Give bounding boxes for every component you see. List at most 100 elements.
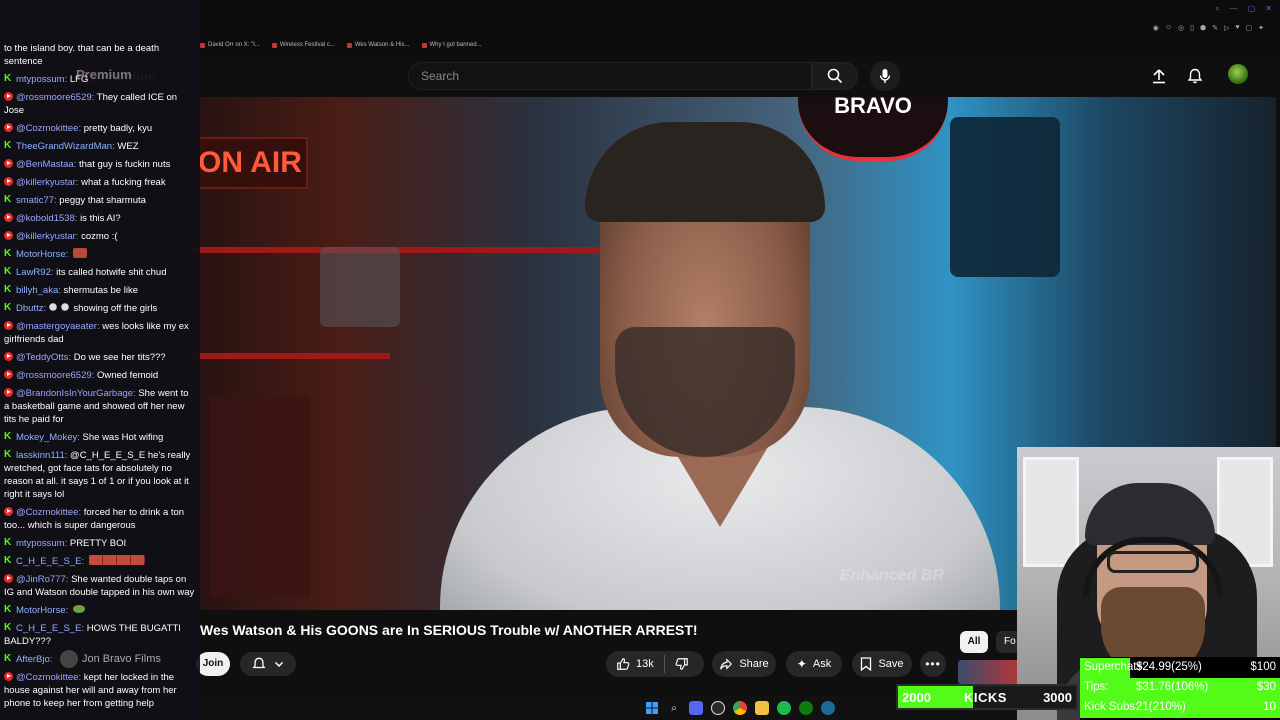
bookmark-item[interactable]: Why I got banned... xyxy=(421,38,482,52)
goal-label: Kick Subs: xyxy=(1084,701,1139,713)
chat-username[interactable]: @killerkyustar xyxy=(16,177,76,188)
chip-all[interactable]: All xyxy=(960,631,988,653)
ask-button[interactable]: ✦ Ask xyxy=(786,651,842,677)
chat-username[interactable]: lasskinn111 xyxy=(16,450,65,461)
chat-text: is this AI? xyxy=(80,213,121,224)
chat-username[interactable]: MotorHorse xyxy=(16,249,66,260)
chat-username[interactable]: Mokey_Mokey xyxy=(16,432,77,443)
video-title: Wes Watson & His GOONS are In SERIOUS Tr… xyxy=(200,622,698,638)
search-button[interactable] xyxy=(812,62,858,90)
kick-icon xyxy=(4,430,13,443)
chat-username[interactable]: @Cozmokittee xyxy=(16,507,78,518)
chat-username[interactable]: @BrandonIsInYourGarbage xyxy=(16,388,133,399)
chat-username[interactable]: @Cozmokittee xyxy=(16,123,78,134)
extension-icon[interactable]: ☺ xyxy=(1165,24,1172,32)
extension-icon[interactable]: ◎ xyxy=(1178,24,1184,32)
goal-value: $31.76(106%) xyxy=(1136,681,1209,693)
chat-username[interactable]: @rossmoore6529 xyxy=(16,370,92,381)
extension-icon[interactable]: ▷ xyxy=(1224,24,1229,32)
chat-message: @BenMastaa: that guy is fuckin nuts xyxy=(4,158,196,171)
bookmark-item[interactable]: David Orr on X: "I... xyxy=(200,38,260,52)
chat-emote xyxy=(88,555,145,565)
close-icon[interactable]: ✕ xyxy=(1265,4,1272,14)
chat-message: @rossmoore6529: They called ICE on Jose xyxy=(4,92,178,116)
extension-icon[interactable]: ◉ xyxy=(1153,24,1159,32)
more-actions-button[interactable]: ••• xyxy=(920,651,946,677)
kick-icon xyxy=(4,652,13,665)
windows-start-icon[interactable] xyxy=(645,701,659,715)
extension-icon[interactable]: ♥ xyxy=(1235,24,1239,32)
chat-username[interactable]: MotorHorse xyxy=(16,605,66,616)
chat-text: pretty badly, kyu xyxy=(83,123,153,134)
chat-username[interactable]: @killerkyustar xyxy=(16,231,76,242)
save-label: Save xyxy=(878,658,904,670)
kick-icon xyxy=(4,139,13,152)
chat-username[interactable]: Dbuttz xyxy=(16,303,43,314)
dislike-button[interactable] xyxy=(665,651,699,677)
search-input[interactable]: Search xyxy=(408,62,812,90)
chat-username[interactable]: @mastergoyaeater xyxy=(16,321,97,332)
share-button[interactable]: Share xyxy=(712,651,776,677)
youtube-icon xyxy=(4,123,13,132)
bookmark-item[interactable]: Wireless Festival c... xyxy=(271,38,335,52)
chat-username[interactable]: @Cozmokittee xyxy=(16,672,78,683)
account-avatar[interactable] xyxy=(1228,64,1248,84)
chat-username[interactable]: mtypossum xyxy=(16,538,65,549)
kick-icon xyxy=(4,265,13,278)
youtube-icon xyxy=(4,388,13,397)
chat-message: C_H_E_E_S_E: HOWS THE BUGATTI BALDY??? xyxy=(4,621,196,648)
chat-username[interactable]: LawR92 xyxy=(16,267,51,278)
chat-username[interactable]: AfterBjo xyxy=(16,654,50,665)
save-button[interactable]: Save xyxy=(852,651,912,677)
chat-message: C_H_E_E_S_E: xyxy=(4,554,196,568)
kicks-target: 3000 xyxy=(1043,690,1072,705)
chat-username[interactable]: C_H_E_E_S_E xyxy=(16,623,81,634)
extension-icons[interactable]: ◉ ☺ ◎ ▯ ⬢ ✎ ▷ ♥ ▢ ✦ xyxy=(1153,24,1264,32)
chat-username[interactable]: TheeGrandWizardMan xyxy=(16,141,112,152)
bookmark-item[interactable]: Wes Watson & His... xyxy=(346,38,410,52)
like-button[interactable]: 13k xyxy=(606,651,664,677)
kick-icon xyxy=(4,301,13,314)
extension-icon[interactable]: ✎ xyxy=(1212,24,1218,32)
xbox-icon[interactable] xyxy=(799,701,813,715)
chrome-icon[interactable] xyxy=(733,701,747,715)
goal-value: $24.99(25%) xyxy=(1136,661,1202,673)
join-button[interactable]: Join xyxy=(196,652,230,676)
search-icon[interactable]: ⌕ xyxy=(667,701,681,715)
search-icon[interactable]: ⌕ xyxy=(1215,4,1219,14)
kick-icon xyxy=(4,554,13,567)
obs-icon[interactable] xyxy=(711,701,725,715)
steam-icon[interactable] xyxy=(821,701,835,715)
chat-username[interactable]: @TeddyOtts xyxy=(16,352,68,363)
chat-text: She was Hot wifing xyxy=(82,432,164,443)
minimize-icon[interactable]: — xyxy=(1230,4,1238,14)
upload-button[interactable] xyxy=(1148,65,1170,87)
voice-search-button[interactable] xyxy=(870,61,900,91)
glasses xyxy=(1107,551,1199,573)
goal-target: $30 xyxy=(1256,681,1276,693)
extension-icon[interactable]: ⬢ xyxy=(1200,24,1206,32)
spotify-icon[interactable] xyxy=(777,701,791,715)
chat-username[interactable]: @kobold1538 xyxy=(16,213,75,224)
chat-username[interactable]: billyh_aka xyxy=(16,285,58,296)
chat-username[interactable]: @rossmoore6529 xyxy=(16,92,92,103)
chat-username[interactable]: C_H_E_E_S_E xyxy=(16,556,81,567)
notifications-button[interactable] xyxy=(1184,65,1206,87)
extension-icon[interactable]: ✦ xyxy=(1258,24,1264,32)
window-controls[interactable]: ⌕ — ▢ ✕ xyxy=(1215,4,1272,14)
chat-username[interactable]: @BenMastaa xyxy=(16,159,74,170)
chat-username[interactable]: mtypossum xyxy=(16,74,65,85)
chat-username[interactable]: @JinRo777 xyxy=(16,574,66,585)
chat-username[interactable]: smatic77 xyxy=(16,195,54,206)
chat-text: its called hotwife shit chud xyxy=(56,267,167,278)
chat-message: @Cozmokittee: forced her to drink a ton … xyxy=(4,507,185,531)
chat-emote xyxy=(72,605,85,613)
folder-icon[interactable] xyxy=(755,701,769,715)
extension-icon[interactable]: ▢ xyxy=(1246,24,1253,32)
subscription-bell-button[interactable] xyxy=(240,652,296,676)
discord-icon[interactable] xyxy=(689,701,703,715)
channel-info[interactable]: Jon Bravo Films xyxy=(60,650,161,668)
maximize-icon[interactable]: ▢ xyxy=(1248,4,1256,14)
extension-icon[interactable]: ▯ xyxy=(1190,24,1194,32)
kick-icon xyxy=(4,448,13,461)
